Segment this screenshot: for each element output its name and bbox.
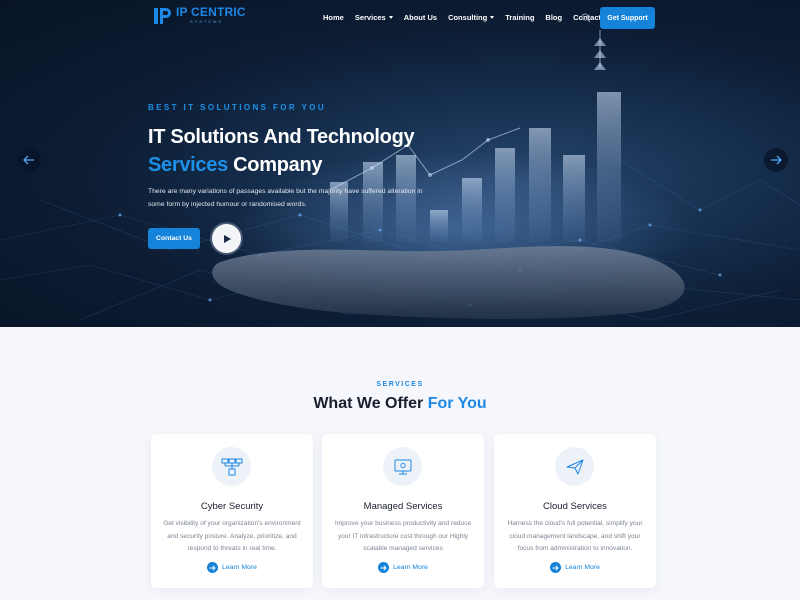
learn-more-link[interactable]: Learn More (494, 562, 656, 573)
hero-eyebrow: BEST IT SOLUTIONS FOR YOU (148, 103, 327, 112)
play-icon (224, 234, 231, 243)
chevron-down-icon (388, 16, 393, 19)
hero-title-line2: Services Company (148, 151, 414, 179)
learn-more-label: Learn More (565, 564, 600, 571)
arrow-left-icon (23, 155, 34, 165)
service-card-managed-services: Managed Services Improve your business p… (322, 434, 484, 588)
nav-item-home[interactable]: Home (323, 13, 344, 22)
network-icon (212, 447, 251, 486)
service-card-cyber-security: Cyber Security Get visibility of your or… (151, 434, 313, 588)
services-title: What We Offer For You (0, 395, 800, 413)
hero-title-line1: IT Solutions And Technology (148, 126, 415, 148)
nav-item-about-us[interactable]: About Us (404, 13, 437, 22)
hero-section: IP CENTRIC SYSTEMS Home Services About U… (0, 0, 800, 327)
nav-item-label: Services (354, 13, 386, 22)
services-label: SERVICES (376, 381, 424, 388)
nav-item-label: Consulting (448, 13, 488, 22)
nav-item-label: Training (505, 13, 535, 22)
contact-us-button[interactable]: Contact Us (148, 228, 200, 249)
nav-item-label: Home (323, 13, 344, 22)
hero-description: There are many variations of passages av… (148, 188, 423, 208)
ip-logo-icon (154, 8, 171, 24)
nav-item-label: About Us (403, 13, 438, 22)
paper-plane-icon (555, 447, 594, 486)
card-description: Harness the cloud's full potential, simp… (507, 520, 643, 552)
brand-tagline: SYSTEMS (190, 19, 224, 24)
monitor-icon (383, 447, 422, 486)
learn-more-label: Learn More (222, 564, 257, 571)
service-card-cloud-services: Cloud Services Harness the cloud's full … (494, 434, 656, 588)
slider-next-button[interactable] (764, 148, 788, 172)
main-menu: Home Services About Us Consulting Traini… (323, 13, 612, 22)
arrow-right-icon (550, 562, 562, 573)
search-icon[interactable] (581, 13, 591, 23)
nav-item-consulting[interactable]: Consulting (448, 13, 495, 22)
slider-prev-button[interactable] (17, 148, 41, 172)
learn-more-link[interactable]: Learn More (322, 562, 484, 573)
hero-title-rest: Company (227, 154, 323, 176)
get-support-button[interactable]: Get Support (600, 7, 655, 29)
nav-item-services[interactable]: Services (355, 13, 393, 22)
card-description: Get visibility of your organization's en… (163, 520, 301, 552)
card-title: Cloud Services (543, 501, 607, 512)
services-title-main: What We Offer (313, 395, 428, 412)
card-title: Cyber Security (200, 501, 264, 512)
arrow-right-icon (771, 155, 782, 165)
nav-item-training[interactable]: Training (505, 13, 534, 22)
brand-name: IP CENTRIC (176, 5, 246, 19)
card-description: Improve your business productivity and r… (334, 520, 472, 552)
learn-more-label: Learn More (393, 564, 428, 571)
hero-title-accent: Services (148, 154, 228, 176)
learn-more-link[interactable]: Learn More (151, 562, 313, 573)
nav-item-label: Blog (545, 13, 563, 22)
play-video-button[interactable] (212, 224, 241, 253)
card-title: Managed Services (363, 501, 443, 512)
arrow-right-icon (207, 562, 219, 573)
brand-logo[interactable]: IP CENTRIC SYSTEMS (153, 6, 246, 26)
services-title-accent: For You (427, 395, 487, 412)
nav-item-blog[interactable]: Blog (545, 13, 562, 22)
chevron-down-icon (490, 16, 495, 19)
hero-title: IT Solutions And Technology Services Com… (148, 123, 415, 179)
arrow-right-icon (378, 562, 390, 573)
top-navigation: IP CENTRIC SYSTEMS Home Services About U… (0, 0, 800, 36)
